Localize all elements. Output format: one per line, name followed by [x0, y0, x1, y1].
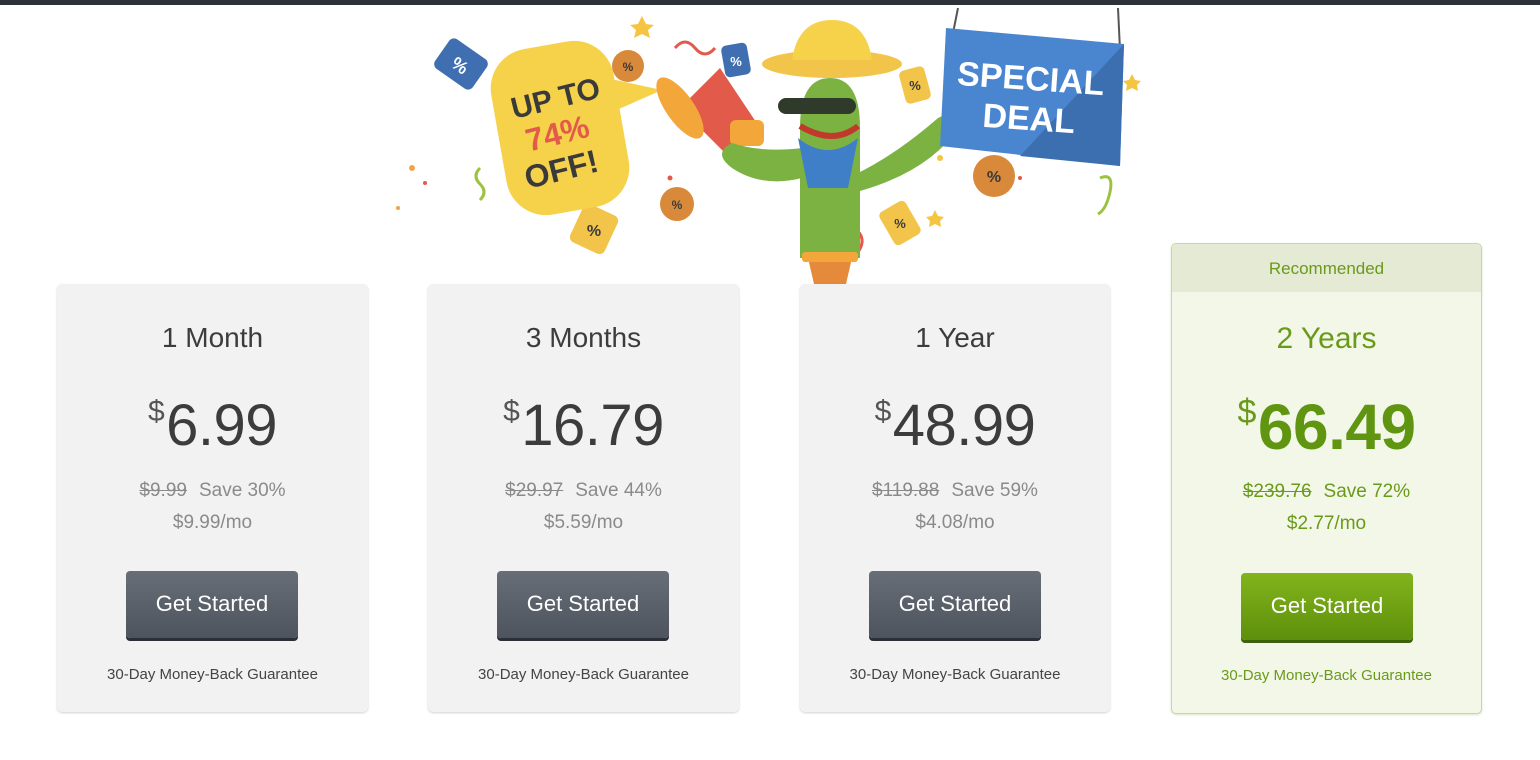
percent-tag-icon: %: [879, 200, 921, 246]
plan-card-1-month: 1 Month $6.99 $9.99 Save 30% $9.99/mo Get…: [57, 284, 368, 712]
money-back-guarantee: 30-Day Money-Back Guarantee: [849, 666, 1061, 683]
currency-symbol: $: [503, 395, 520, 428]
money-back-guarantee: 30-Day Money-Back Guarantee: [107, 666, 318, 683]
get-started-button[interactable]: Get Started: [869, 571, 1041, 638]
cactus-mascot: [722, 20, 960, 284]
money-back-guarantee: 30-Day Money-Back Guarantee: [478, 666, 689, 683]
percent-tag-icon: %: [434, 38, 488, 90]
original-price: $239.76: [1242, 481, 1312, 502]
currency-symbol: $: [147, 395, 165, 428]
monthly-price: $9.99/mo: [172, 512, 253, 533]
plan-name: 3 Months: [525, 322, 642, 353]
svg-text:%: %: [587, 223, 601, 240]
get-started-button[interactable]: Get Started: [497, 571, 669, 638]
price-amount: 48.99: [892, 393, 1036, 458]
monthly-price: $2.77/mo: [1286, 513, 1367, 534]
plan-card-1-year: 1 Year $48.99 $119.88 Save 59% $4.08/mo G…: [800, 284, 1110, 712]
percent-tag-icon: %: [899, 66, 931, 104]
svg-text:%: %: [730, 54, 742, 69]
plan-name: 2 Years: [1276, 322, 1377, 355]
percent-badge-icon: %: [660, 187, 694, 221]
plan-price: $48.99: [800, 392, 1110, 459]
price-amount: 66.49: [1257, 391, 1416, 463]
svg-text:%: %: [623, 60, 634, 74]
percent-badge-icon: %: [973, 155, 1015, 197]
percent-badge-icon: %: [612, 50, 644, 82]
price-amount: 16.79: [521, 393, 664, 458]
savings-label: Save 44%: [575, 480, 662, 501]
get-started-button[interactable]: Get Started: [126, 571, 298, 638]
monthly-price: $4.08/mo: [915, 512, 995, 533]
savings-label: Save 30%: [198, 480, 286, 501]
special-deal-sign: SPECIAL DEAL: [940, 8, 1124, 166]
plan-name: 1 Year: [915, 322, 995, 353]
plan-card-2-years: Recommended 2 Years $66.49 $239.76 Save 7…: [1171, 243, 1482, 714]
svg-text:%: %: [987, 169, 1001, 186]
money-back-guarantee: 30-Day Money-Back Guarantee: [1221, 667, 1432, 684]
monthly-price: $5.59/mo: [543, 512, 624, 533]
svg-text:%: %: [894, 216, 906, 231]
savings-label: Save 59%: [951, 480, 1038, 501]
original-price-line: $29.97 Save 44%: [428, 480, 739, 502]
plan-price: $16.79: [428, 392, 739, 459]
megaphone-icon: [656, 68, 764, 158]
currency-symbol: $: [874, 395, 892, 428]
plan-price: $6.99: [57, 392, 368, 459]
top-bar: [0, 0, 1540, 5]
original-price-line: $119.88 Save 59%: [800, 480, 1110, 502]
svg-text:DEAL: DEAL: [981, 97, 1076, 141]
recommended-badge: Recommended: [1172, 244, 1481, 292]
original-price-line: $239.76 Save 72%: [1172, 481, 1481, 503]
get-started-button[interactable]: Get Started: [1241, 573, 1413, 640]
price-amount: 6.99: [166, 393, 278, 458]
original-price-line: $9.99 Save 30%: [57, 480, 368, 502]
svg-text:%: %: [909, 78, 921, 93]
plan-price: $66.49: [1172, 390, 1481, 464]
special-deal-illustration: % % % % % % % % UP TO 74% OFF! SPECIAL D…: [396, 8, 1141, 284]
original-price: $29.97: [505, 480, 564, 501]
original-price: $9.99: [139, 480, 187, 501]
original-price: $119.88: [872, 480, 940, 501]
currency-symbol: $: [1237, 393, 1256, 431]
plan-card-3-months: 3 Months $16.79 $29.97 Save 44% $5.59/mo …: [428, 284, 739, 712]
savings-label: Save 72%: [1323, 481, 1411, 502]
plan-name: 1 Month: [161, 322, 264, 353]
svg-text:%: %: [672, 198, 683, 212]
percent-tag-icon: %: [721, 42, 751, 78]
